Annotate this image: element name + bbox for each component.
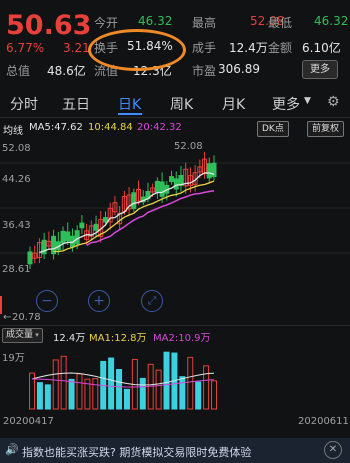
- candle: [154, 180, 160, 193]
- low-annotation: 20.78: [12, 312, 41, 323]
- volume-bar: [92, 378, 99, 410]
- vol-ma1-label: MA1:12.8万: [89, 333, 147, 344]
- volume-bar: [44, 384, 51, 410]
- volume-bar: [179, 376, 186, 410]
- candle: [102, 217, 108, 223]
- more-button[interactable]: 更多: [302, 60, 338, 79]
- candle: [169, 176, 175, 183]
- volume-bar: [163, 351, 170, 410]
- gear-icon[interactable]: ⚙: [327, 94, 340, 110]
- fullscreen-icon[interactable]: ⤢: [141, 290, 163, 312]
- volume-bar: [187, 356, 194, 410]
- tab-daily-k[interactable]: 日K: [118, 94, 141, 114]
- ma5-label: MA5:47.62: [29, 122, 83, 133]
- volume-bar: [52, 359, 59, 410]
- candlestick-chart[interactable]: [0, 138, 350, 288]
- volume-bar: [195, 381, 202, 410]
- candle: [131, 192, 137, 209]
- change-percent: 6.77%: [6, 41, 45, 55]
- tab-more[interactable]: 更多: [272, 94, 300, 114]
- turnover-highlight-circle: [88, 29, 186, 71]
- amount-label: 金额: [268, 41, 293, 55]
- close-icon[interactable]: ✕: [324, 441, 342, 459]
- adjust-button[interactable]: 前复权: [307, 121, 345, 137]
- ma10-label: 10:44.84: [88, 122, 133, 133]
- tab-monthly-k[interactable]: 月K: [222, 94, 245, 114]
- period-tabs: 分时 五日 日K 周K 月K 更多 ▼: [0, 90, 350, 116]
- candle: [173, 178, 179, 190]
- open-value: 46.32: [138, 14, 173, 28]
- amount-value: 6.10亿: [302, 41, 341, 55]
- candle: [159, 181, 165, 197]
- zoom-out-icon[interactable]: −: [36, 290, 58, 312]
- volume-bar: [108, 357, 115, 410]
- high-label: 最高: [192, 16, 217, 30]
- promo-banner-text: 指数也能买涨买跌? 期货模拟交易限时免费体验: [22, 446, 252, 459]
- volume-label: 成手: [192, 41, 217, 55]
- volume-bar: [155, 369, 162, 410]
- volume-bar: [116, 368, 123, 410]
- candle: [65, 231, 71, 242]
- total-value: 48.6亿: [47, 64, 86, 78]
- ma-label: 均线: [3, 126, 23, 137]
- candle: [60, 230, 66, 244]
- tab-weekly-k[interactable]: 周K: [170, 94, 193, 114]
- more-dropdown-icon[interactable]: ▼: [304, 96, 311, 106]
- date-start: 20200417: [3, 416, 54, 427]
- pe-value: 306.89: [218, 62, 260, 76]
- low-label: 最低: [268, 16, 293, 30]
- active-tab-indicator: [118, 113, 142, 115]
- dk-point-button[interactable]: DK点: [257, 121, 289, 137]
- pe-label: 市盈: [192, 64, 217, 78]
- speaker-icon: 🔊: [5, 443, 19, 456]
- volume-bar: [60, 355, 67, 410]
- volume-bar: [139, 377, 146, 410]
- volume-bar: [76, 373, 83, 410]
- volume-value: 12.4万: [229, 41, 268, 55]
- change-amount: 3.21: [63, 41, 90, 55]
- tab-intraday[interactable]: 分时: [10, 94, 38, 114]
- volume-bar: [123, 388, 130, 410]
- candle: [79, 222, 85, 229]
- volume-bar: [36, 382, 43, 410]
- ma-legend: 均线 MA5:47.62 10:44.84 20:42.32: [0, 120, 350, 137]
- volume-legend: 12.4万 MA1:12.8万 MA2:10.9万: [0, 328, 350, 344]
- chart-divider: [0, 325, 350, 326]
- tabs-divider: [0, 117, 350, 118]
- low-arrow: ←: [3, 312, 12, 323]
- volume-bar: [68, 378, 75, 410]
- tab-five-day[interactable]: 五日: [62, 94, 90, 114]
- volume-chart[interactable]: [0, 345, 350, 411]
- candle: [27, 251, 33, 265]
- volume-value-label: 12.4万: [53, 333, 86, 344]
- total-value-label: 总值: [6, 64, 31, 78]
- promo-banner[interactable]: 🔊 指数也能买涨买跌? 期货模拟交易限时免费体验 ✕: [0, 438, 350, 463]
- ma20-label: 20:42.32: [137, 122, 182, 133]
- low-value: 46.32: [314, 14, 349, 28]
- open-label: 今开: [94, 16, 119, 30]
- candle: [206, 163, 212, 179]
- left-price-marker: [0, 296, 2, 314]
- vol-ma2-label: MA2:10.9万: [153, 333, 211, 344]
- candle: [74, 230, 80, 245]
- current-price: 50.63: [6, 10, 92, 41]
- zoom-in-icon[interactable]: +: [88, 290, 110, 312]
- date-end: 20200611: [298, 416, 349, 427]
- volume-bar: [211, 380, 217, 410]
- candle: [93, 223, 99, 231]
- vol-ma1-line: [31, 372, 215, 386]
- volume-bar: [203, 365, 210, 410]
